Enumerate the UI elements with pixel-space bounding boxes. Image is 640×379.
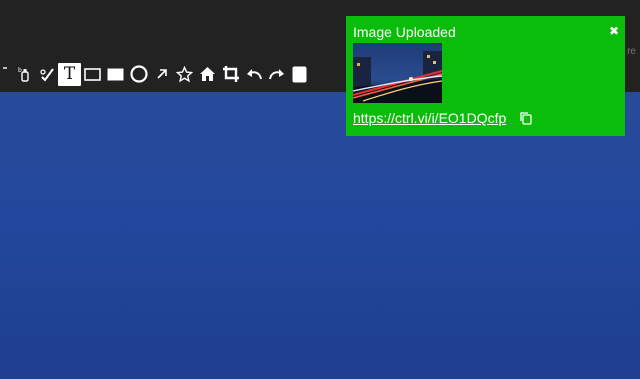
notification-title: Image Uploaded	[353, 24, 456, 40]
crop-icon[interactable]	[219, 63, 242, 86]
redo-icon[interactable]	[265, 63, 288, 86]
image-link[interactable]: https://ctrl.vi/i/EO1DQcfp	[353, 110, 506, 126]
color-swatch-icon[interactable]	[288, 63, 311, 86]
copy-icon[interactable]	[519, 111, 533, 125]
share-label-fragment[interactable]: re	[627, 46, 636, 57]
undo-icon[interactable]	[242, 63, 265, 86]
rectangle-outline-icon[interactable]	[81, 63, 104, 86]
close-icon[interactable]: ✖	[609, 24, 619, 38]
rectangle-filled-icon[interactable]	[104, 63, 127, 86]
text-icon[interactable]: T	[58, 62, 81, 86]
arrow-icon[interactable]	[150, 63, 173, 86]
brush-icon[interactable]	[35, 63, 58, 86]
star-icon[interactable]	[173, 63, 196, 86]
tool-row: b T	[0, 62, 311, 86]
marker-icon[interactable]: b	[12, 63, 35, 86]
upload-notification: Image Uploaded ✖ https://ctrl.vi/i/EO1DQ…	[346, 16, 625, 136]
uploaded-image-thumbnail[interactable]	[353, 43, 442, 103]
pen-icon[interactable]	[0, 63, 12, 86]
text-tool-glyph: T	[63, 63, 76, 84]
circle-outline-icon[interactable]	[127, 63, 150, 86]
home-icon[interactable]	[196, 63, 219, 86]
